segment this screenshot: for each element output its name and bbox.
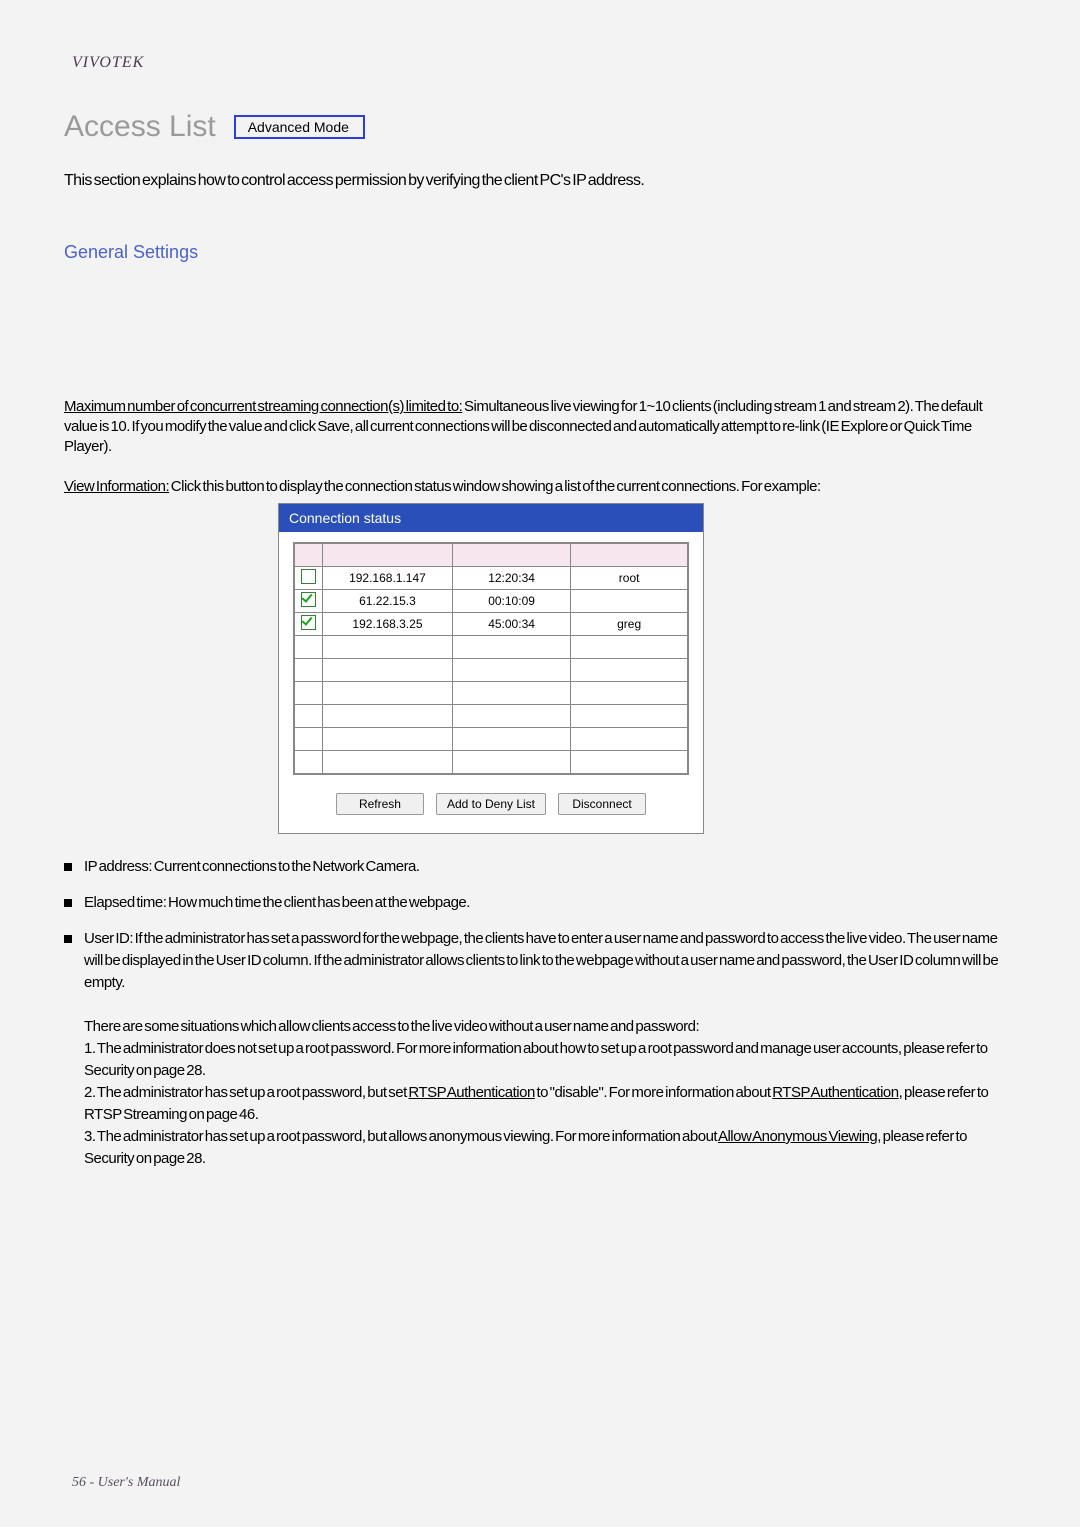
table-header-row — [295, 544, 688, 567]
rtsp-auth-ref-1: RTSP Authentication — [408, 1084, 534, 1101]
row0-ip: 192.168.1.147 — [323, 567, 453, 590]
brand-text: VIVOTEK — [72, 54, 144, 72]
footer-text: 56 - User's Manual — [72, 1475, 180, 1491]
para-view-info: View Information: Click this button to d… — [64, 477, 1012, 497]
connection-table: 192.168.1.147 12:20:34 root 61.22.15.3 0… — [294, 543, 688, 774]
para-view-info-body: Click this button to display the connect… — [169, 478, 821, 495]
row2-check-cell[interactable] — [295, 613, 323, 636]
bullet-userid-sub1: 1. The administrator does not set up a r… — [84, 1040, 988, 1079]
row1-check-cell[interactable] — [295, 590, 323, 613]
checkbox-icon[interactable] — [301, 592, 316, 607]
connection-status-panel: Connection status 192.168.1.147 — [278, 503, 704, 834]
row0-check-cell[interactable] — [295, 567, 323, 590]
bullet-userid-line1: User ID: If the administrator has set a … — [84, 930, 998, 991]
table-row — [295, 682, 688, 705]
row1-time: 00:10:09 — [452, 590, 570, 613]
table-row — [295, 728, 688, 751]
row2-time: 45:00:34 — [452, 613, 570, 636]
bullet-userid-sub2a: 2. The administrator has set up a root p… — [84, 1084, 408, 1101]
page-title: Access List — [64, 110, 216, 144]
section-heading-general: General Settings — [64, 242, 1012, 263]
bullet-ip: IP address: Current connections to the N… — [64, 856, 1012, 878]
table-row: 61.22.15.3 00:10:09 — [295, 590, 688, 613]
checkbox-icon[interactable] — [301, 569, 316, 584]
panel-title: Connection status — [279, 504, 703, 532]
row1-user — [571, 590, 688, 613]
anon-viewing-ref: Allow Anonymous Viewing — [718, 1128, 877, 1145]
bullet-userid: User ID: If the administrator has set a … — [64, 928, 1012, 1170]
row0-time: 12:20:34 — [452, 567, 570, 590]
para-max-conn-label: Maximum number of concurrent streaming c… — [64, 398, 462, 415]
intro-paragraph: This section explains how to control acc… — [64, 172, 1012, 190]
rtsp-auth-ref-2: RTSP Authentication — [772, 1084, 898, 1101]
table-row — [295, 659, 688, 682]
row1-ip: 61.22.15.3 — [323, 590, 453, 613]
panel-buttons: Refresh Add to Deny List Disconnect — [293, 793, 689, 815]
col-user — [571, 544, 688, 567]
refresh-button[interactable]: Refresh — [336, 793, 424, 815]
table-row: 192.168.1.147 12:20:34 root — [295, 567, 688, 590]
row2-user: greg — [571, 613, 688, 636]
add-deny-button[interactable]: Add to Deny List — [436, 793, 546, 815]
row2-ip: 192.168.3.25 — [323, 613, 453, 636]
col-elapsed — [452, 544, 570, 567]
bullet-userid-sub2c: to "disable". For more information about — [535, 1084, 772, 1101]
document-page: VIVOTEK Access List Advanced Mode This s… — [0, 0, 1080, 1527]
mode-badge: Advanced Mode — [234, 115, 365, 139]
table-row — [295, 636, 688, 659]
row0-user: root — [571, 567, 688, 590]
table-row: 192.168.3.25 45:00:34 greg — [295, 613, 688, 636]
table-row — [295, 751, 688, 774]
table-row — [295, 705, 688, 728]
connection-table-wrap: 192.168.1.147 12:20:34 root 61.22.15.3 0… — [293, 542, 689, 775]
checkbox-icon[interactable] — [301, 615, 316, 630]
bullet-elapsed: Elapsed time: How much time the client h… — [64, 892, 1012, 914]
bullet-userid-sub3a: 3. The administrator has set up a root p… — [84, 1128, 718, 1145]
para-view-info-label: View Information: — [64, 478, 169, 495]
content-area: Access List Advanced Mode This section e… — [64, 110, 1012, 1170]
panel-body: 192.168.1.147 12:20:34 root 61.22.15.3 0… — [279, 532, 703, 833]
col-ip — [323, 544, 453, 567]
bullet-userid-intro2: There are some situations which allow cl… — [84, 1018, 699, 1035]
para-max-conn: Maximum number of concurrent streaming c… — [64, 397, 1012, 457]
col-check — [295, 544, 323, 567]
disconnect-button[interactable]: Disconnect — [558, 793, 646, 815]
title-line: Access List Advanced Mode — [64, 110, 1012, 144]
bullet-list: IP address: Current connections to the N… — [64, 856, 1012, 1170]
